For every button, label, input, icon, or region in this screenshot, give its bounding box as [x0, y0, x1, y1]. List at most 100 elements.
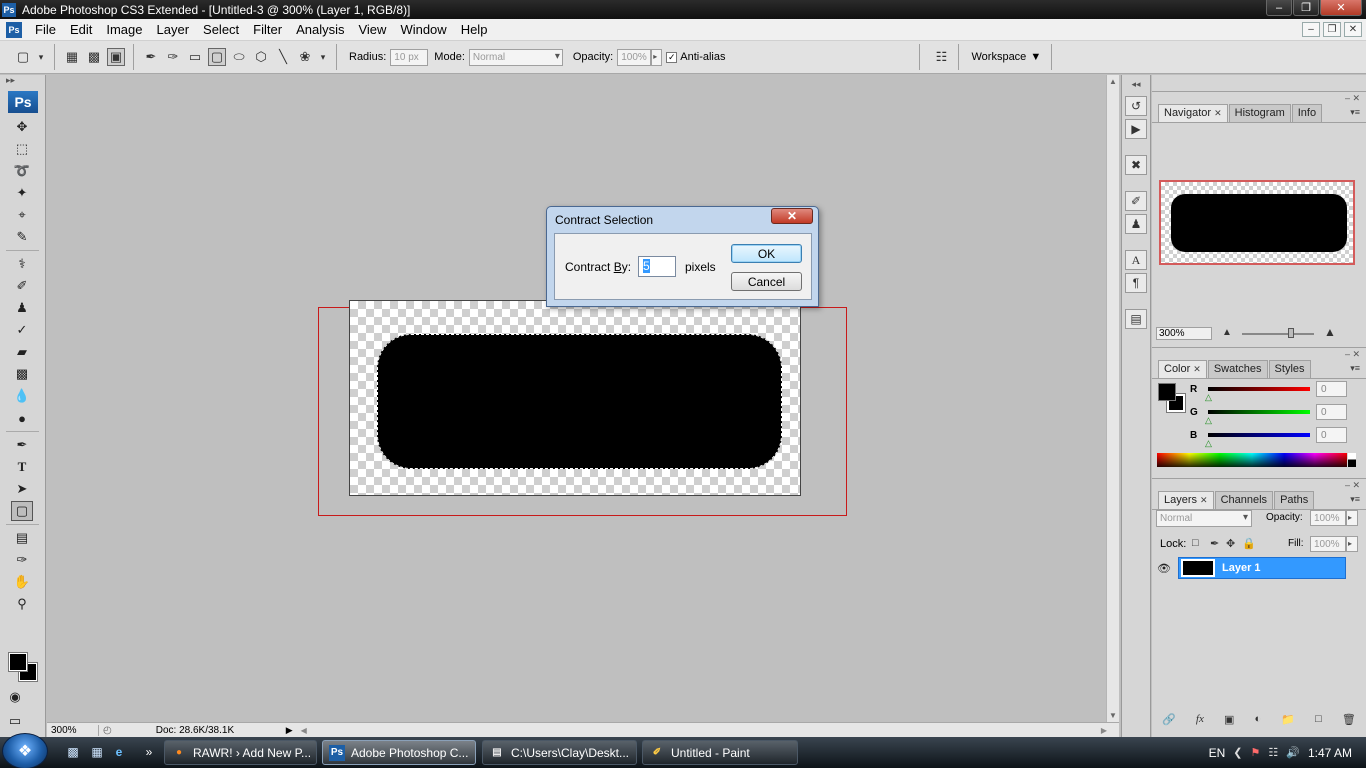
- zoom-slider-handle[interactable]: [1288, 328, 1294, 338]
- tab-color[interactable]: Color ✕: [1158, 360, 1207, 378]
- color-spectrum-bar[interactable]: [1157, 453, 1347, 467]
- red-slider[interactable]: [1208, 387, 1310, 391]
- tab-histogram[interactable]: Histogram: [1228, 104, 1291, 122]
- doc-minimize-button[interactable]: –: [1302, 22, 1320, 37]
- opacity-slider-arrow-icon[interactable]: ▸: [651, 48, 663, 66]
- clock[interactable]: 1:47 AM: [1308, 746, 1352, 760]
- security-alert-icon[interactable]: ⚑: [1251, 746, 1261, 759]
- volume-icon[interactable]: 🔊: [1286, 746, 1300, 759]
- healing-brush-tool-icon[interactable]: ⚕: [11, 254, 33, 274]
- workspace-menu[interactable]: Workspace ▼: [971, 51, 1041, 63]
- clone-stamp-tool-icon[interactable]: ♟: [11, 298, 33, 318]
- fill-arrow-icon[interactable]: ▸: [1346, 536, 1358, 552]
- history-panel-icon[interactable]: ↺: [1125, 96, 1147, 116]
- screen-mode-icon[interactable]: ▭: [4, 711, 26, 731]
- status-info-icon[interactable]: ◴: [103, 725, 112, 736]
- navigator-zoom-input[interactable]: 300%: [1156, 327, 1212, 340]
- panel-menu-icon[interactable]: ▾≡: [1350, 363, 1360, 374]
- menu-analysis[interactable]: Analysis: [289, 22, 351, 37]
- new-group-icon[interactable]: 📁: [1281, 713, 1295, 726]
- blue-slider[interactable]: [1208, 433, 1310, 437]
- anti-alias-checkbox[interactable]: ✓: [666, 51, 678, 63]
- panel-minmax-icon[interactable]: – ✕: [1152, 92, 1366, 104]
- history-brush-tool-icon[interactable]: ✓: [11, 320, 33, 340]
- brush-tool-icon[interactable]: ✐: [11, 276, 33, 296]
- type-tool-icon[interactable]: T: [11, 457, 33, 477]
- switch-windows-icon[interactable]: ▦: [88, 744, 106, 760]
- quick-mask-icon[interactable]: ◉: [4, 687, 26, 707]
- paths-icon[interactable]: ▩: [85, 48, 103, 66]
- menu-help[interactable]: Help: [454, 22, 495, 37]
- contract-by-input[interactable]: 5: [638, 256, 676, 277]
- foreground-color-swatch[interactable]: [8, 652, 28, 672]
- close-icon[interactable]: ✕: [1200, 495, 1208, 505]
- character-panel-icon[interactable]: A: [1125, 250, 1147, 270]
- scroll-right-icon[interactable]: ▶: [1101, 726, 1107, 735]
- green-slider-handle-icon[interactable]: △: [1205, 415, 1212, 426]
- menu-image[interactable]: Image: [99, 22, 149, 37]
- lock-position-icon[interactable]: ✥: [1226, 537, 1235, 550]
- move-tool-icon[interactable]: ✥: [11, 117, 33, 137]
- shape-layers-icon[interactable]: ▦: [63, 48, 81, 66]
- tab-info[interactable]: Info: [1291, 104, 1323, 122]
- scroll-up-icon[interactable]: ▲: [1107, 75, 1119, 88]
- lasso-tool-icon[interactable]: ➰: [11, 161, 33, 181]
- zoom-in-icon[interactable]: ▲: [1324, 325, 1336, 339]
- menu-layer[interactable]: Layer: [150, 22, 197, 37]
- hand-tool-icon[interactable]: ✋: [11, 572, 33, 592]
- scroll-left-icon[interactable]: ◀: [301, 726, 307, 735]
- tab-navigator[interactable]: Navigator ✕: [1158, 104, 1228, 122]
- close-icon[interactable]: ✕: [1214, 108, 1222, 118]
- eraser-tool-icon[interactable]: ▰: [11, 342, 33, 362]
- task-firefox[interactable]: ● RAWR! › Add New P...: [164, 740, 317, 765]
- link-layers-icon[interactable]: 🔗: [1162, 713, 1176, 726]
- trash-icon[interactable]: 🗑: [1342, 713, 1356, 726]
- horizontal-scrollbar[interactable]: ◀ ▶: [301, 724, 1119, 737]
- marquee-tool-icon[interactable]: ⬚: [11, 139, 33, 159]
- minimize-button[interactable]: –: [1266, 0, 1292, 16]
- menu-view[interactable]: View: [351, 22, 393, 37]
- rounded-rectangle-tool-icon[interactable]: ▢: [11, 501, 33, 521]
- layer-style-icon[interactable]: fx: [1196, 713, 1204, 725]
- internet-explorer-icon[interactable]: e: [110, 744, 128, 760]
- line-icon[interactable]: ╲: [274, 48, 292, 66]
- tool-presets-icon[interactable]: ✖: [1125, 155, 1147, 175]
- shape-dropdown-icon[interactable]: ▾: [318, 48, 328, 66]
- menu-edit[interactable]: Edit: [63, 22, 99, 37]
- blue-value-input[interactable]: 0: [1316, 427, 1347, 443]
- network-icon[interactable]: ☷: [1268, 746, 1278, 759]
- start-button[interactable]: ❖: [2, 733, 48, 768]
- mode-select[interactable]: Normal: [468, 48, 563, 66]
- radius-input[interactable]: 10 px: [390, 48, 429, 66]
- rectangle-icon[interactable]: ▭: [186, 48, 204, 66]
- eye-icon[interactable]: 👁: [1155, 559, 1173, 577]
- panel-collapse-icon[interactable]: ▸▸: [0, 75, 45, 85]
- blue-slider-handle-icon[interactable]: △: [1205, 438, 1212, 449]
- gradient-tool-icon[interactable]: ▩: [11, 364, 33, 384]
- lock-all-icon[interactable]: 🔒: [1242, 537, 1256, 550]
- tab-styles[interactable]: Styles: [1268, 360, 1311, 378]
- maximize-button[interactable]: ❐: [1293, 0, 1319, 16]
- language-indicator[interactable]: EN: [1209, 746, 1226, 760]
- path-selection-tool-icon[interactable]: ➤: [11, 479, 33, 499]
- tray-expand-icon[interactable]: ❮: [1233, 746, 1242, 759]
- document-icon[interactable]: Ps: [6, 21, 22, 38]
- scroll-down-icon[interactable]: ▼: [1107, 709, 1119, 722]
- eyedropper-tool-icon[interactable]: ✑: [11, 550, 33, 570]
- show-desktop-icon[interactable]: ▩: [64, 744, 82, 760]
- red-value-input[interactable]: 0: [1316, 381, 1347, 397]
- fill-pixels-icon[interactable]: ▣: [107, 48, 125, 66]
- cancel-button[interactable]: Cancel: [731, 272, 802, 291]
- preset-dropdown-icon[interactable]: ▾: [36, 48, 46, 66]
- red-slider-handle-icon[interactable]: △: [1205, 392, 1212, 403]
- task-paint[interactable]: ✐ Untitled - Paint: [642, 740, 798, 765]
- layer-comps-icon[interactable]: ▤: [1125, 309, 1147, 329]
- layer-name[interactable]: Layer 1: [1222, 562, 1261, 574]
- blur-tool-icon[interactable]: 💧: [11, 386, 33, 406]
- tab-swatches[interactable]: Swatches: [1207, 360, 1268, 378]
- rounded-rectangle-shape[interactable]: [377, 334, 782, 469]
- brushes-panel-icon[interactable]: ✐: [1125, 191, 1147, 211]
- zoom-level[interactable]: 300%: [47, 724, 99, 736]
- lock-image-icon[interactable]: ✒: [1210, 537, 1219, 550]
- dodge-tool-icon[interactable]: ●: [11, 408, 33, 428]
